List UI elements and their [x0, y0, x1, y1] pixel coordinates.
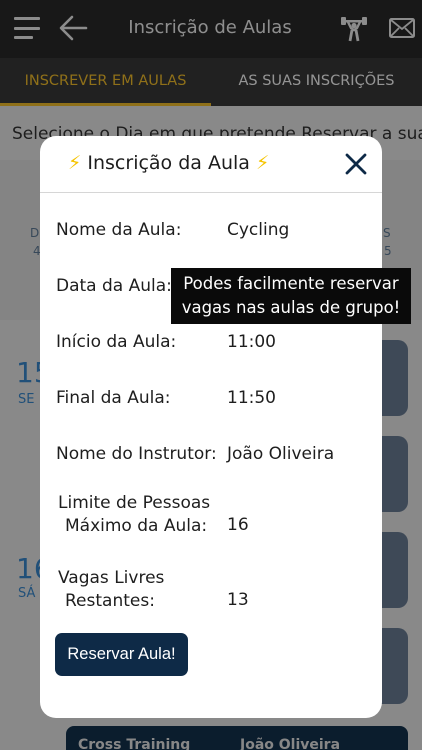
start-time-value: 11:00	[227, 332, 276, 352]
free-spots-label-line1: Vagas Livres	[58, 568, 165, 588]
modal-title-text: Inscrição da Aula	[87, 152, 250, 174]
max-people-value: 16	[227, 515, 249, 535]
tooltip-line1: Podes facilmente reservar	[183, 274, 399, 293]
instructor-value: João Oliveira	[227, 444, 335, 464]
end-time-label: Final da Aula:	[56, 388, 171, 408]
lightning-icon: ⚡	[255, 152, 270, 174]
modal-header: ⚡ Inscrição da Aula ⚡	[40, 136, 382, 193]
start-time-label: Início da Aula:	[56, 332, 177, 352]
class-date-label: Data da Aula:	[56, 276, 172, 296]
class-name-label: Nome da Aula:	[56, 220, 182, 240]
max-people-label-line2: Máximo da Aula:	[65, 516, 208, 536]
reserve-class-button[interactable]: Reservar Aula!	[55, 633, 188, 676]
class-name-value: Cycling	[227, 220, 290, 240]
tooltip: Podes facilmente reservar vagas nas aula…	[171, 268, 411, 324]
free-spots-value: 13	[227, 590, 249, 610]
free-spots-label-line2: Restantes:	[65, 591, 155, 611]
max-people-label-line1: Limite de Pessoas	[58, 493, 211, 513]
lightning-icon: ⚡	[68, 152, 82, 174]
tooltip-line2: vagas nas aulas de grupo!	[181, 298, 401, 317]
modal-title: ⚡ Inscrição da Aula ⚡	[68, 152, 269, 174]
end-time-value: 11:50	[227, 388, 276, 408]
close-icon[interactable]	[345, 153, 367, 175]
instructor-label: Nome do Instrutor:	[56, 444, 217, 464]
class-signup-modal: ⚡ Inscrição da Aula ⚡ Nome da Aula: Cycl…	[40, 136, 382, 718]
